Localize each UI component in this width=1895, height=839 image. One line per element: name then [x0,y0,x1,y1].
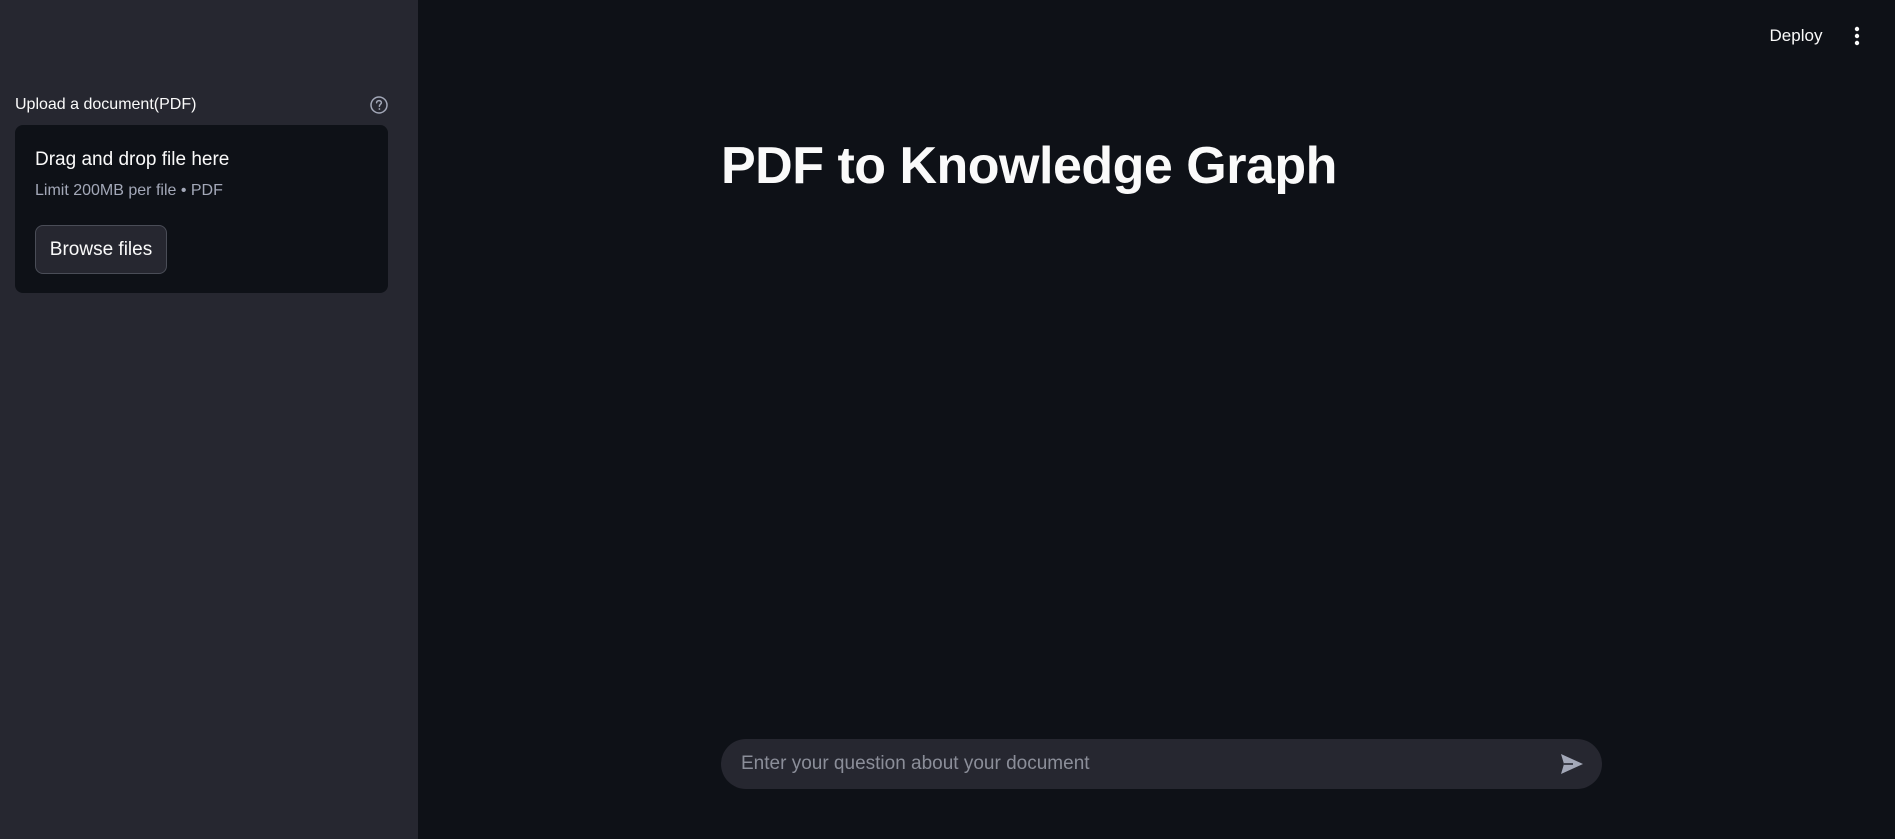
question-input[interactable] [741,739,1541,789]
vertical-ellipsis-icon[interactable] [1845,22,1869,50]
browse-files-button[interactable]: Browse files [35,225,167,274]
dropzone-limit-text: Limit 200MB per file • PDF [35,182,223,199]
dropzone-title: Drag and drop file here [35,149,230,170]
page-title: PDF to Knowledge Graph [721,137,1337,195]
app-window: Upload a document(PDF) Drag and drop fil… [0,0,1895,839]
deploy-button[interactable]: Deploy [1760,22,1832,50]
send-arrow-icon[interactable] [1559,752,1585,776]
upload-label-row: Upload a document(PDF) [15,92,389,118]
sidebar: Upload a document(PDF) Drag and drop fil… [0,0,418,839]
question-circle-icon[interactable] [369,95,389,115]
upload-label: Upload a document(PDF) [15,96,197,113]
chat-input-bar [721,739,1602,789]
file-dropzone[interactable]: Drag and drop file here Limit 200MB per … [15,125,388,293]
